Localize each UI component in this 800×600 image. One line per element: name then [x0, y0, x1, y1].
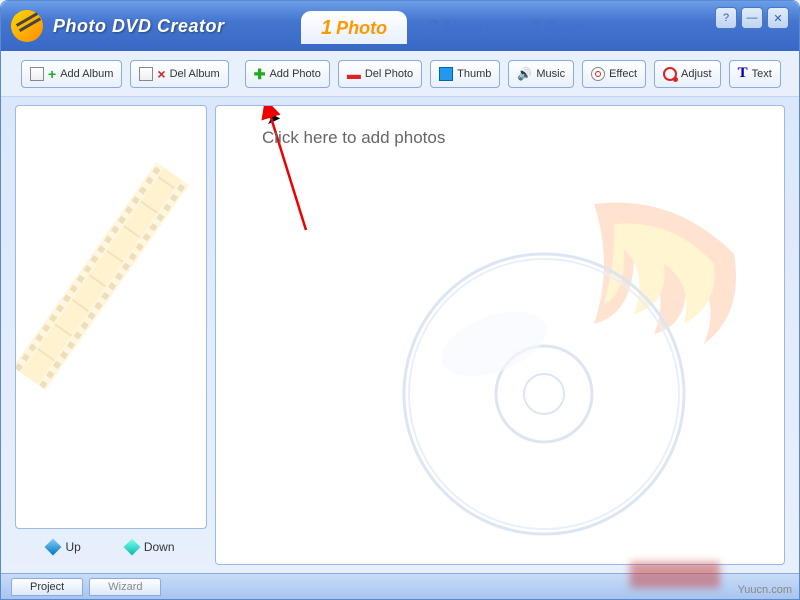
move-down-button[interactable]: Down: [126, 540, 175, 554]
app-title: Photo DVD Creator: [53, 16, 225, 37]
tab-menu-num: 2: [427, 17, 438, 39]
del-album-label: Del Album: [170, 68, 220, 80]
step-tabs: 1Photo 2Menu 3Burn: [301, 11, 606, 44]
minimize-button[interactable]: —: [741, 7, 763, 29]
delete-icon: ×: [157, 67, 165, 81]
document-icon: [30, 67, 44, 81]
add-photos-prompt: Click here to add photos: [262, 128, 445, 148]
adjust-icon: [663, 67, 677, 81]
photo-panel[interactable]: ➤ Click here to add photos: [215, 105, 785, 565]
document-icon: [139, 67, 153, 81]
thumb-label: Thumb: [457, 68, 491, 80]
del-photo-label: Del Photo: [365, 68, 413, 80]
redacted-region: [630, 562, 720, 588]
music-icon: 🔊: [517, 67, 532, 81]
tab-photo-num: 1: [321, 17, 332, 39]
thumbnail-icon: [439, 67, 453, 81]
plus-icon: ✚: [254, 67, 266, 81]
minus-icon: ▬: [347, 67, 361, 81]
titlebar: Photo DVD Creator 1Photo 2Menu 3Burn ? —…: [1, 1, 799, 51]
tab-photo-label: Photo: [336, 18, 387, 38]
watermark-text: Yuucn.com: [738, 584, 792, 596]
annotation-arrow-icon: [256, 105, 316, 240]
sidebar-controls: Up Down: [15, 529, 207, 565]
adjust-button[interactable]: Adjust: [654, 60, 721, 88]
text-icon: T: [738, 66, 748, 81]
down-label: Down: [144, 540, 175, 554]
content-area: Up Down ➤ Click here to add photos: [1, 97, 799, 573]
toolbar: + Add Album × Del Album ✚ Add Photo ▬ De…: [1, 51, 799, 97]
app-window: Photo DVD Creator 1Photo 2Menu 3Burn ? —…: [0, 0, 800, 600]
up-label: Up: [65, 540, 80, 554]
effect-icon: [591, 67, 605, 81]
move-up-button[interactable]: Up: [47, 540, 80, 554]
tab-burn-num: 3: [529, 17, 540, 39]
tab-burn[interactable]: 3Burn: [509, 11, 606, 44]
close-button[interactable]: ✕: [767, 7, 789, 29]
disc-flame-watermark-icon: [334, 164, 754, 544]
album-list[interactable]: [15, 105, 207, 529]
help-button[interactable]: ?: [715, 7, 737, 29]
effect-button[interactable]: Effect: [582, 60, 646, 88]
tab-photo[interactable]: 1Photo: [301, 11, 407, 44]
adjust-label: Adjust: [681, 68, 712, 80]
down-icon: [123, 539, 140, 556]
del-album-button[interactable]: × Del Album: [130, 60, 228, 88]
project-tab[interactable]: Project: [11, 578, 83, 596]
wizard-tab[interactable]: Wizard: [89, 578, 161, 596]
effect-label: Effect: [609, 68, 637, 80]
add-album-label: Add Album: [60, 68, 113, 80]
tab-burn-label: Burn: [544, 18, 586, 38]
filmstrip-watermark-icon: [15, 162, 189, 390]
add-photo-button[interactable]: ✚ Add Photo: [245, 60, 330, 88]
del-photo-button[interactable]: ▬ Del Photo: [338, 60, 422, 88]
up-icon: [45, 539, 62, 556]
text-label: Text: [752, 68, 772, 80]
tab-menu-label: Menu: [442, 18, 489, 38]
text-button[interactable]: T Text: [729, 60, 781, 88]
add-album-button[interactable]: + Add Album: [21, 60, 122, 88]
add-photo-label: Add Photo: [269, 68, 320, 80]
window-controls: ? — ✕: [715, 7, 789, 29]
thumb-button[interactable]: Thumb: [430, 60, 500, 88]
app-logo-icon: [11, 10, 43, 42]
plus-icon: +: [48, 67, 56, 81]
music-button[interactable]: 🔊 Music: [508, 60, 574, 88]
tab-menu[interactable]: 2Menu: [407, 11, 509, 44]
sidebar: Up Down: [15, 105, 207, 565]
music-label: Music: [536, 68, 565, 80]
